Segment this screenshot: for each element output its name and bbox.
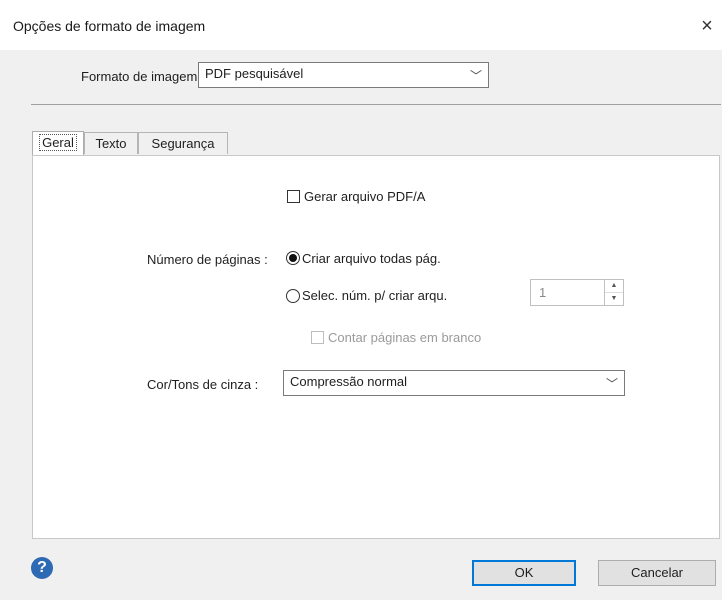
ok-button[interactable]: OK — [472, 560, 576, 586]
general-panel — [32, 155, 720, 539]
page-count-input[interactable]: 1 — [530, 279, 606, 306]
tab-seguranca[interactable]: Segurança — [138, 132, 228, 154]
color-select-value: Compressão normal — [290, 374, 408, 389]
stepper-down-icon[interactable]: ▼ — [605, 293, 623, 305]
color-select[interactable]: Compressão normal ﹀ — [283, 370, 625, 396]
radio-select-pages-label: Selec. núm. p/ criar arqu. — [302, 288, 448, 303]
radio-select-pages[interactable] — [286, 289, 300, 303]
format-label: Formato de imagem : — [81, 69, 205, 84]
pdfa-label: Gerar arquivo PDF/A — [304, 189, 426, 204]
chevron-down-icon: ﹀ — [605, 377, 618, 391]
help-icon[interactable]: ? — [31, 557, 53, 579]
title-bar: Opções de formato de imagem × — [0, 0, 722, 50]
pages-label: Número de páginas : — [147, 252, 268, 267]
pdfa-checkbox[interactable] — [287, 190, 300, 203]
tab-texto-label: Texto — [95, 136, 127, 151]
color-label: Cor/Tons de cinza : — [147, 377, 259, 392]
tab-geral-label: Geral — [39, 134, 77, 151]
format-select[interactable]: PDF pesquisável ﹀ — [198, 62, 489, 88]
window-title: Opções de formato de imagem — [13, 18, 206, 34]
count-blank-label: Contar páginas em branco — [328, 330, 482, 345]
radio-all-pages-label: Criar arquivo todas pág. — [302, 251, 441, 266]
stepper-up-icon[interactable]: ▲ — [605, 280, 623, 293]
tab-seguranca-label: Segurança — [151, 136, 215, 151]
cancel-button[interactable]: Cancelar — [598, 560, 716, 586]
close-icon[interactable]: × — [696, 13, 718, 39]
count-blank-checkbox — [311, 331, 324, 344]
separator — [31, 104, 721, 105]
page-count-stepper[interactable]: ▲ ▼ — [604, 279, 624, 306]
radio-all-pages[interactable] — [286, 251, 300, 265]
tab-texto[interactable]: Texto — [84, 132, 138, 154]
tab-geral[interactable]: Geral — [32, 131, 84, 155]
chevron-down-icon: ﹀ — [469, 69, 482, 83]
format-select-value: PDF pesquisável — [205, 66, 304, 81]
